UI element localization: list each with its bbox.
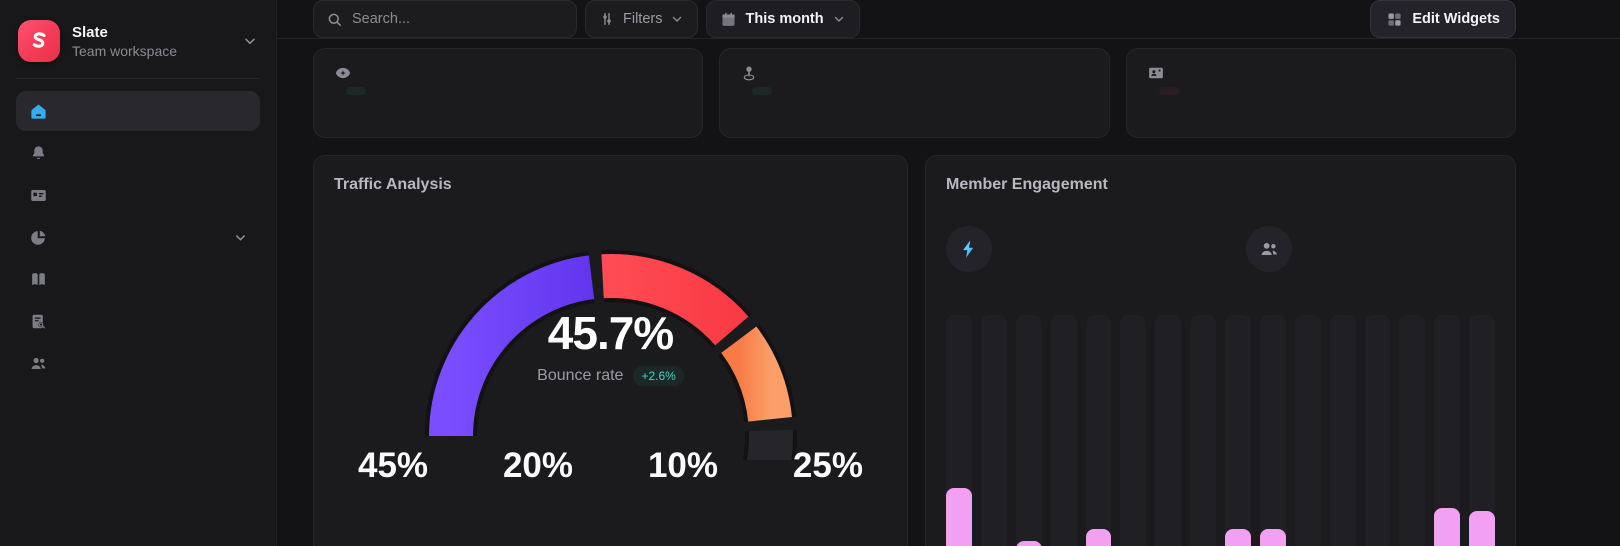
stat-delta-badge [346,87,366,95]
edit-widgets-label: Edit Widgets [1412,11,1500,27]
gauge-segment-labels: 45% 20% 10% 25% [314,446,907,486]
sidebar-nav [16,91,260,383]
bar-track [1469,315,1495,546]
search-input[interactable] [352,11,564,27]
bounce-rate-label: Bounce rate [537,367,623,385]
edit-widgets-button[interactable]: Edit Widgets [1370,0,1516,38]
engagement-bar-chart [946,315,1495,546]
slate-logo [18,20,60,62]
chevron-down-icon [233,230,248,245]
gauge-label: 45% [358,446,428,486]
period-button[interactable]: This month [706,0,859,38]
stat-card-unique-visitors [719,48,1109,138]
pie-icon [28,227,48,247]
sidebar-item-newsletter[interactable] [16,259,260,299]
card-icon [28,185,48,205]
search-box[interactable] [313,0,577,38]
sliders-icon [599,11,615,27]
eye-icon [334,64,352,82]
filters-label: Filters [623,11,662,27]
bar [1469,511,1495,546]
bar [1016,541,1042,546]
dashboard-content: Traffic Analysis 45.7% Bounce rate +2.6%… [277,39,1620,546]
book-icon [28,269,48,289]
bolt-icon [946,226,992,272]
bar-track [1120,315,1146,546]
bar [946,488,972,546]
bell-icon [28,143,48,163]
bar [1086,529,1112,546]
main-area: Filters This month Edit Widgets [277,0,1620,546]
workspace-switcher[interactable]: Slate Team workspace [16,18,260,76]
bar-track [946,315,972,546]
bar [1434,508,1460,546]
bar-track [1434,315,1460,546]
stat-delta-badge [1159,87,1179,95]
sidebar-item-notifications[interactable] [16,133,260,173]
gauge-label: 20% [503,446,573,486]
filters-button[interactable]: Filters [585,0,698,38]
engagement-title: Member Engagement [946,176,1495,194]
bar-track [1016,315,1042,546]
bar-track [1086,315,1112,546]
gauge-center: 45.7% Bounce rate +2.6% [376,306,846,386]
stats-row [313,48,1516,138]
bar-track [1155,315,1181,546]
pin-icon [740,64,758,82]
bar-track [1190,315,1216,546]
stat-card-subscribers [1126,48,1516,138]
bar-track [1260,315,1286,546]
engagement-stats [946,226,1495,272]
bar [1225,529,1251,546]
bounce-rate-delta: +2.6% [633,366,683,386]
stat-delta-badge [752,87,772,95]
bar-track [1330,315,1356,546]
engagement-stat-retention-rate [946,226,1246,272]
traffic-analysis-card: Traffic Analysis 45.7% Bounce rate +2.6%… [313,155,908,546]
people-icon [28,353,48,373]
search-icon [326,11,343,28]
sidebar-item-seo[interactable] [16,301,260,341]
period-label: This month [745,11,823,27]
member-engagement-card: Member Engagement [925,155,1516,546]
sidebar-item-dashboard[interactable] [16,91,260,131]
chevron-down-icon[interactable] [242,33,258,49]
slate-logo-glyph [27,29,51,53]
sidebar-divider [16,78,260,79]
bar-track [1365,315,1391,546]
gauge-label: 25% [793,446,863,486]
traffic-title: Traffic Analysis [334,176,887,194]
gauge-label: 10% [648,446,718,486]
chevron-down-icon [832,12,846,26]
bounce-rate-value: 45.7% [376,306,846,360]
home-icon [28,101,48,121]
stat-card-total-views [313,48,703,138]
chevron-down-icon [670,12,684,26]
bar [1260,529,1286,546]
workspace-name: Slate [72,24,177,41]
sidebar-item-members[interactable] [16,343,260,383]
workspace-type: Team workspace [72,43,177,59]
sidebar-item-analytics[interactable] [16,217,260,257]
sidebar: Slate Team workspace [0,0,277,546]
grid-icon [1386,11,1403,28]
bar-track [981,315,1007,546]
bar-track [1051,315,1077,546]
contact-icon [1147,64,1165,82]
bar-track [1399,315,1425,546]
sidebar-item-content-manager[interactable] [16,175,260,215]
calendar-icon [720,11,737,28]
engagement-stat-active-members [1246,226,1306,272]
people-icon [1246,226,1292,272]
widgets-row: Traffic Analysis 45.7% Bounce rate +2.6%… [313,155,1516,546]
gauge-chart: 45.7% Bounce rate +2.6% [376,198,846,460]
seo-icon [28,311,48,331]
bar-track [1295,315,1321,546]
topbar: Filters This month Edit Widgets [277,0,1620,39]
bar-track [1225,315,1251,546]
